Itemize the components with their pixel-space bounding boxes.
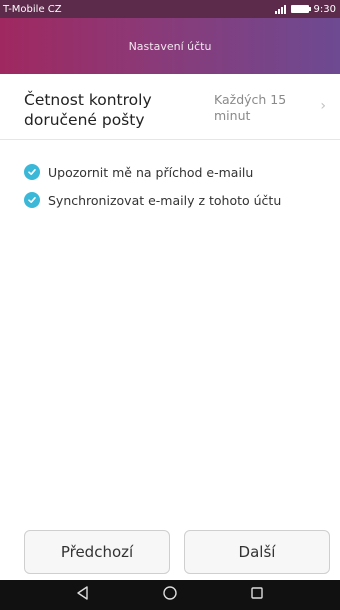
signal-icon [274, 4, 286, 14]
check-frequency-row[interactable]: Četnost kontroly doručené pošty Každých … [0, 76, 340, 140]
checkbox-checked-icon[interactable] [24, 164, 40, 180]
navigation-bar [0, 580, 340, 610]
app-header: Nastavení účtu [0, 18, 340, 74]
recents-square-icon[interactable] [249, 585, 265, 605]
sync-option[interactable]: Synchronizovat e-maily z tohoto účtu [24, 188, 324, 212]
carrier-label: T-Mobile CZ [3, 3, 62, 15]
next-button[interactable]: Další [184, 530, 330, 574]
notify-option-label: Upozornit mě na příchod e-mailu [48, 164, 254, 180]
page-title: Nastavení účtu [128, 39, 212, 53]
previous-button[interactable]: Předchozí [24, 530, 170, 574]
back-triangle-icon[interactable] [75, 585, 91, 605]
check-frequency-label: Četnost kontroly doručené pošty [24, 91, 152, 129]
notify-option[interactable]: Upozornit mě na příchod e-mailu [24, 160, 324, 184]
status-bar: T-Mobile CZ 9:30 [0, 0, 340, 18]
status-icons: 9:30 [274, 3, 336, 15]
chevron-right-icon: › [320, 98, 326, 114]
home-circle-icon[interactable] [162, 585, 178, 605]
sync-option-label: Synchronizovat e-maily z tohoto účtu [48, 192, 282, 208]
battery-icon [290, 5, 311, 13]
clock: 9:30 [313, 3, 336, 15]
checkbox-checked-icon[interactable] [24, 192, 40, 208]
check-frequency-value: Každých 15 minut [214, 92, 287, 123]
